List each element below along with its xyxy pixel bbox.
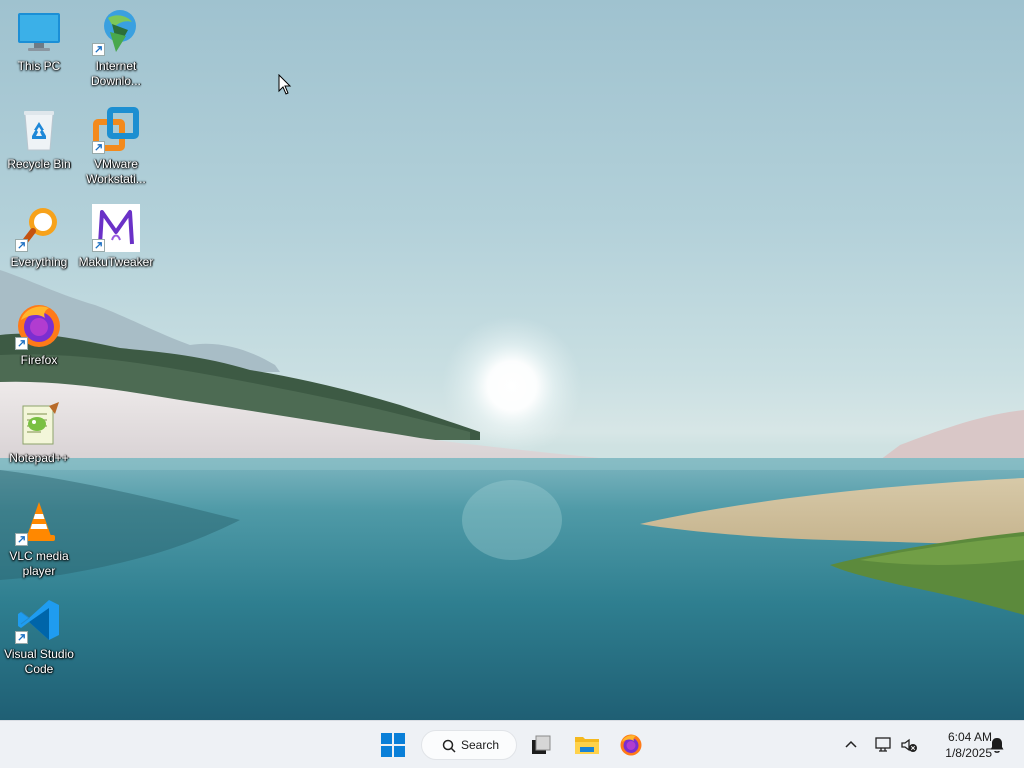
shortcut-arrow-icon <box>92 239 105 252</box>
system-clock[interactable]: 6:04 AM 1/8/2025 <box>924 729 992 761</box>
shortcut-arrow-icon <box>92 141 105 154</box>
taskbar-firefox-button[interactable] <box>611 725 651 765</box>
desktop-icon-vmware-workstation[interactable]: VMware Workstati... <box>78 106 154 187</box>
desktop-icon-label: Firefox <box>20 353 58 367</box>
desktop-icon-makutweaker[interactable]: MakuTweaker <box>78 204 154 270</box>
desktop-icon-label: This PC <box>17 59 61 73</box>
recycle-bin-icon <box>24 111 54 151</box>
network-icon[interactable] <box>873 735 893 755</box>
show-hidden-icons-chevron-icon[interactable] <box>842 736 860 754</box>
desktop-icon-label: Internet Downlo... <box>90 59 142 88</box>
clock-time: 6:04 AM <box>947 730 992 744</box>
monitor-icon <box>18 13 60 51</box>
task-view-icon <box>532 735 551 754</box>
shortcut-arrow-icon <box>15 533 28 546</box>
desktop-icon-this-pc[interactable]: This PC <box>1 8 77 74</box>
shortcut-arrow-icon <box>15 239 28 252</box>
shortcut-arrow-icon <box>15 337 28 350</box>
firefox-icon <box>620 734 642 756</box>
desktop-icon-vscode[interactable]: Visual Studio Code <box>1 596 77 677</box>
clock-date: 1/8/2025 <box>945 746 992 760</box>
desktop-icon-label: Everything <box>10 255 68 269</box>
desktop-icon-label: VLC media player <box>9 549 69 578</box>
desktop-icon-label: MakuTweaker <box>78 255 154 269</box>
desktop-icon-label: Recycle Bin <box>7 157 71 171</box>
task-view-button[interactable] <box>521 725 561 765</box>
volume-muted-icon[interactable] <box>899 735 919 755</box>
desktop-icon-label: Notepad++ <box>9 451 69 465</box>
taskbar: Search 6:04 AM 1/8/2025 <box>0 720 1024 768</box>
desktop-icon-recycle-bin[interactable]: Recycle Bin <box>1 106 77 172</box>
shortcut-arrow-icon <box>15 631 28 644</box>
search-icon <box>442 739 456 753</box>
file-explorer-button[interactable] <box>567 725 607 765</box>
mouse-pointer-icon <box>278 74 292 95</box>
folder-icon <box>575 737 599 754</box>
desktop-icon-internet-download-manager[interactable]: Internet Downlo... <box>78 8 154 89</box>
windows-logo-icon <box>381 733 405 757</box>
desktop-icon-notepad-plus-plus[interactable]: Notepad++ <box>1 400 77 466</box>
start-button[interactable] <box>373 725 413 765</box>
shortcut-arrow-icon <box>92 43 105 56</box>
notepad-plus-plus-icon <box>22 402 59 445</box>
search-label: Search <box>461 738 500 752</box>
taskbar-search-box[interactable]: Search <box>421 730 517 760</box>
desktop[interactable]: This PC Recycle Bin Everything Firefox N… <box>0 0 1024 720</box>
desktop-icon-vlc[interactable]: VLC media player <box>1 498 77 579</box>
desktop-icon-everything[interactable]: Everything <box>1 204 77 270</box>
desktop-icon-firefox[interactable]: Firefox <box>1 302 77 368</box>
notification-bell-icon[interactable] <box>988 736 1006 754</box>
desktop-icon-label: VMware Workstati... <box>86 157 146 186</box>
desktop-icon-label: Visual Studio Code <box>4 647 74 676</box>
